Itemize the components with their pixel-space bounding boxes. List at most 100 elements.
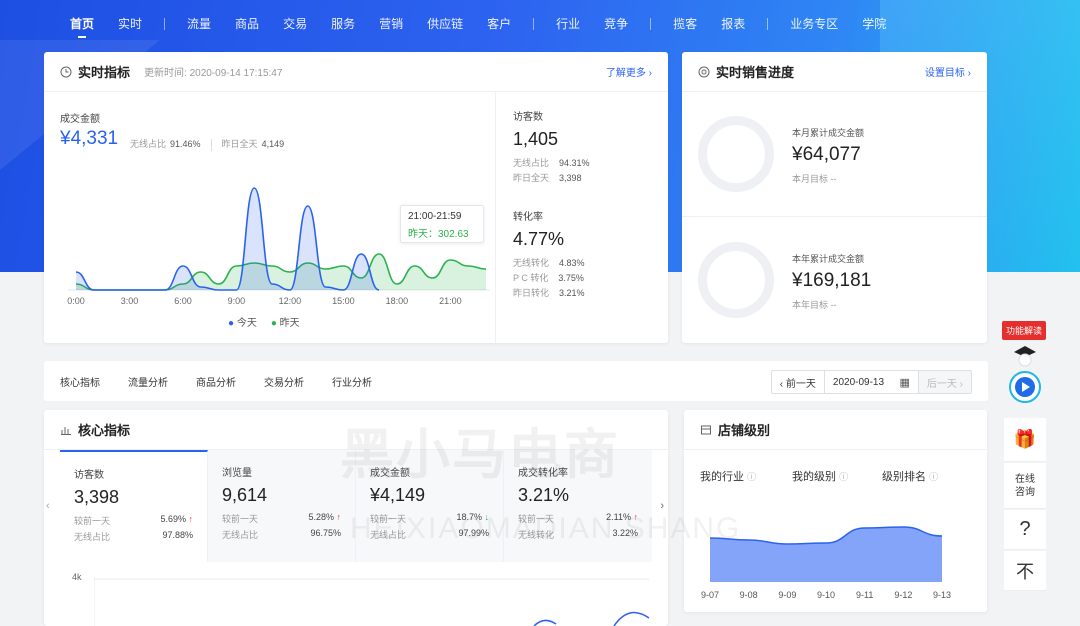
nav-item-leads[interactable]: 揽客 — [661, 0, 709, 48]
tab-traffic-analysis[interactable]: 流量分析 — [128, 374, 168, 389]
visitors-wireless-row: 无线占比 94.31% — [513, 158, 590, 168]
gift-icon[interactable]: 🎁 — [1004, 418, 1046, 462]
assistant-bot-icon[interactable] — [1006, 342, 1044, 406]
sales-card-header: 实时销售进度 设置目标 › — [682, 52, 987, 92]
nav-item-realtime[interactable]: 实时 — [106, 0, 154, 48]
shop-x-tick: 9-12 — [894, 590, 912, 600]
prev-day-button[interactable]: ‹ 前一天 — [772, 371, 825, 393]
nav-divider — [650, 18, 652, 30]
realtime-title: 实时指标 — [78, 65, 131, 80]
year-label: 本年累计成交金额 — [792, 254, 865, 264]
shop-x-tick: 9-11 — [856, 590, 873, 600]
metric-visitors[interactable]: 访客数 3,398 较前一天 5.69% ↑ 无线占比 97.88% — [60, 450, 208, 562]
nav-item-business-zone[interactable]: 业务专区 — [778, 0, 850, 48]
nav-item-customer[interactable]: 客户 — [475, 0, 523, 48]
info-icon: ⓘ — [929, 472, 939, 482]
shop-title: 店铺级别 — [718, 423, 771, 438]
analysis-tabs: 核心指标 流量分析 商品分析 交易分析 行业分析 ‹ 前一天 2020-09-1… — [44, 361, 988, 401]
legend-yesterday[interactable]: ● 昨天 — [271, 314, 300, 329]
sales-progress-card: 实时销售进度 设置目标 › 本月累计成交金额 ¥64,077 本月目标 -- 本… — [682, 52, 987, 343]
x-tick-label: 12:00 — [279, 296, 302, 306]
metric-pageviews[interactable]: 浏览量 9,614 较前一天 5.28% ↑ 无线占比 96.75% — [208, 450, 356, 562]
year-progress: 本年累计成交金额 ¥169,181 本年目标 -- — [682, 218, 987, 343]
next-day-button[interactable]: 后一天 › — [918, 371, 971, 393]
sales-title: 实时销售进度 — [716, 65, 795, 80]
tooltip-time: 21:00-21:59 — [408, 211, 462, 222]
legend-today[interactable]: ● 今天 — [228, 314, 257, 329]
nav-item-reports[interactable]: 报表 — [709, 0, 757, 48]
x-tick-label: 9:00 — [228, 296, 246, 306]
help-button[interactable]: ? — [1004, 510, 1046, 550]
tab-core-metrics[interactable]: 核心指标 — [60, 374, 100, 389]
nav-item-home[interactable]: 首页 — [58, 0, 106, 48]
nav-item-goods[interactable]: 商品 — [223, 0, 271, 48]
wireless-ratio-value: 91.46% — [170, 139, 201, 149]
conv-yesterday-row: 昨日转化 3.21% — [513, 288, 585, 298]
metric-value: 9,614 — [222, 485, 268, 505]
shop-x-tick: 9-10 — [817, 590, 835, 600]
core-chart-line — [533, 619, 557, 626]
tooltip-value: 昨天：302.63 — [408, 229, 469, 240]
update-time: 更新时间: 2020-09-14 17:15:47 — [144, 68, 283, 79]
visitors-yesterday-row: 昨日全天 3,398 — [513, 173, 582, 183]
month-progress: 本月累计成交金额 ¥64,077 本月目标 -- — [682, 92, 987, 217]
conv-wireless-row: 无线转化 4.83% — [513, 258, 585, 268]
date-input[interactable]: 2020-09-13 ▦ — [825, 371, 919, 393]
metric-label: 访客数 — [74, 470, 104, 481]
nav-item-industry[interactable]: 行业 — [544, 0, 592, 48]
target-icon — [698, 66, 710, 77]
metric-compare: 较前一天 5.69% ↑ — [74, 514, 193, 526]
month-label: 本月累计成交金额 — [792, 128, 865, 138]
nav-item-academy[interactable]: 学院 — [850, 0, 898, 48]
metric-value: 3,398 — [74, 487, 120, 507]
x-tick-label: 3:00 — [121, 296, 139, 306]
gmv-label: 成交金额 — [60, 114, 100, 125]
x-tick-label: 0:00 — [67, 296, 85, 306]
metric-ratio: 无线占比 97.88% — [74, 530, 193, 542]
info-icon: ⓘ — [747, 472, 757, 482]
nav-item-marketing[interactable]: 营销 — [367, 0, 415, 48]
core-chart-line-2 — [613, 611, 650, 626]
nav-item-service[interactable]: 服务 — [319, 0, 367, 48]
shop-x-tick: 9-08 — [740, 590, 758, 600]
shop-x-tick: 9-09 — [778, 590, 796, 600]
gmv-value: ¥4,331 — [60, 128, 119, 149]
online-consult-button[interactable]: 在线 咨询 — [1004, 463, 1046, 509]
meta-divider — [210, 139, 212, 151]
watermark-cn: 黑小马电商 — [340, 425, 620, 485]
watermark-en: HEIXIAOMADIAN SHANG — [350, 512, 742, 545]
tab-trade-analysis[interactable]: 交易分析 — [264, 374, 304, 389]
nav-item-supply[interactable]: 供应链 — [415, 0, 475, 48]
back-to-top-button[interactable]: 不 — [1004, 551, 1046, 591]
top-nav: 首页 实时 流量 商品 交易 服务 营销 供应链 客户 行业 竞争 揽客 报表 … — [0, 0, 1080, 48]
realtime-chart: 0:00 3:00 6:00 9:00 12:00 15:00 18:00 21:00 — [67, 187, 490, 306]
wireless-ratio-label: 无线占比 — [130, 139, 167, 149]
tab-industry-analysis[interactable]: 行业分析 — [332, 374, 372, 389]
clock-icon — [60, 66, 72, 77]
shop-x-tick: 9-07 — [701, 590, 719, 600]
calendar-icon: ▦ — [899, 376, 910, 389]
shop-x-tick: 9-13 — [933, 590, 951, 600]
x-tick-label: 6:00 — [174, 296, 192, 306]
metric-label: 浏览量 — [222, 468, 252, 479]
my-industry-label: 我的行业 ⓘ — [700, 471, 757, 483]
nav-item-trade[interactable]: 交易 — [271, 0, 319, 48]
tab-goods-analysis[interactable]: 商品分析 — [196, 374, 236, 389]
learn-more-link[interactable]: 了解更多 › — [606, 64, 652, 79]
yesterday-value: 4,149 — [261, 139, 285, 149]
scroll-left-arrow[interactable]: ‹ — [46, 500, 50, 512]
nav-divider — [164, 18, 166, 30]
month-target: 本月目标 -- — [792, 174, 837, 184]
realtime-card: 实时指标 更新时间: 2020-09-14 17:15:47 了解更多 › 成交… — [44, 52, 668, 343]
scroll-right-arrow[interactable]: › — [660, 500, 664, 512]
nav-item-competition[interactable]: 竞争 — [592, 0, 640, 48]
nav-item-traffic[interactable]: 流量 — [175, 0, 223, 48]
month-value: ¥64,077 — [792, 144, 861, 165]
bar-chart-icon — [61, 426, 71, 435]
set-target-link[interactable]: 设置目标 › — [925, 64, 971, 79]
x-tick-label: 15:00 — [332, 296, 355, 306]
core-title: 核心指标 — [78, 423, 131, 438]
year-value: ¥169,181 — [792, 270, 872, 291]
x-tick-label: 21:00 — [439, 296, 462, 306]
feature-badge[interactable]: 功能解读 — [1002, 321, 1047, 340]
